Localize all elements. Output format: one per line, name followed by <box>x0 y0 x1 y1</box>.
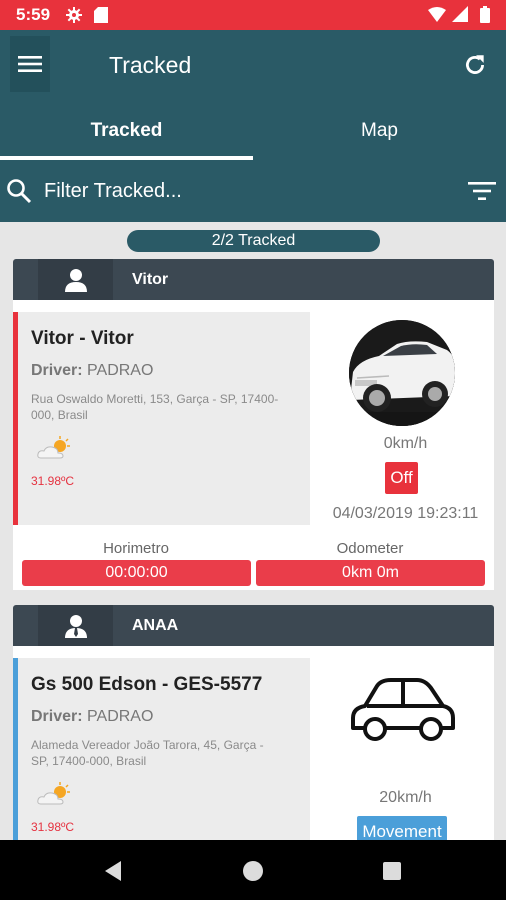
sd-card-icon <box>94 7 108 23</box>
group-name: ANAA <box>132 617 179 634</box>
driver-line: Driver: PADRAO <box>31 362 153 380</box>
group-header-anaa[interactable]: ANAA <box>13 605 494 646</box>
system-nav-bar <box>0 840 506 900</box>
signal-battery-icons <box>428 6 490 23</box>
odometer-value: 0km 0m <box>256 560 485 586</box>
driver-name: PADRAO <box>87 362 154 379</box>
driver-label: Driver: <box>31 362 83 379</box>
vehicle-speed: 0km/h <box>383 435 428 452</box>
temperature: 31.98ºC <box>31 820 75 834</box>
tab-label: Map <box>361 120 398 141</box>
driver-line: Driver: PADRAO <box>31 708 153 726</box>
search-icon <box>7 179 32 204</box>
tab-tracked[interactable]: Tracked <box>0 116 253 160</box>
refresh-icon[interactable] <box>462 52 488 78</box>
person-icon <box>64 268 87 292</box>
filter-input[interactable] <box>44 174 444 208</box>
person-tie-icon <box>64 614 87 638</box>
tab-map[interactable]: Map <box>253 116 506 160</box>
filter-list-icon[interactable] <box>468 180 496 202</box>
status-accent-bar <box>13 658 18 840</box>
group-icon-box <box>38 259 113 300</box>
recent-apps-icon[interactable] <box>383 862 401 880</box>
driver-label: Driver: <box>31 708 83 725</box>
driver-name: PADRAO <box>87 708 154 725</box>
gear-icon <box>66 7 82 23</box>
group-header-vitor[interactable]: Vitor <box>13 259 494 300</box>
partly-sunny-icon <box>37 782 70 805</box>
tracked-count-badge: 2/2 Tracked <box>127 230 380 252</box>
status-time: 5:59 <box>16 5 51 24</box>
car-outline-icon <box>351 678 455 741</box>
filter-bar <box>0 160 506 222</box>
vehicle-speed: 20km/h <box>379 789 432 806</box>
status-bar: 5:59 <box>0 0 506 30</box>
group-icon-box <box>38 605 113 646</box>
menu-button[interactable] <box>10 36 50 92</box>
menu-icon <box>18 56 42 72</box>
tracked-list[interactable]: 2/2 Tracked Vitor Vitor - Vitor Driver: … <box>0 222 506 840</box>
vehicle-photo <box>349 320 455 426</box>
vehicle-address: Rua Oswaldo Moretti, 153, Garça - SP, 17… <box>31 392 279 422</box>
tab-label: Tracked <box>90 120 163 141</box>
home-icon[interactable] <box>243 861 263 881</box>
page-title: Tracked <box>109 52 192 78</box>
horimetro-label: Horimetro <box>103 540 169 557</box>
vehicle-card[interactable]: Vitor - Vitor Driver: PADRAO Rua Oswaldo… <box>13 300 494 590</box>
status-accent-bar <box>13 312 18 525</box>
vehicle-info-panel: Vitor - Vitor Driver: PADRAO Rua Oswaldo… <box>13 312 310 525</box>
vehicle-card[interactable]: Gs 500 Edson - GES-5577 Driver: PADRAO A… <box>13 646 494 840</box>
group-name: Vitor <box>132 271 169 288</box>
vehicle-name: Vitor - Vitor <box>31 328 134 349</box>
app-bar: Tracked Tracked Map <box>0 30 506 160</box>
white-sedan-photo <box>349 320 455 426</box>
temperature: 31.98ºC <box>31 474 75 488</box>
vehicle-info-panel: Gs 500 Edson - GES-5577 Driver: PADRAO A… <box>13 658 310 840</box>
last-update-time: 04/03/2019 19:23:11 <box>332 505 479 522</box>
horimetro-value: 00:00:00 <box>22 560 251 586</box>
vehicle-address: Alameda Vereador João Tarora, 45, Garça … <box>31 738 264 768</box>
vehicle-state-badge[interactable]: Movement <box>357 816 447 840</box>
back-icon[interactable] <box>103 860 123 882</box>
vehicle-name: Gs 500 Edson - GES-5577 <box>31 674 263 695</box>
partly-sunny-icon <box>37 436 70 459</box>
odometer-label: Odometer <box>336 540 404 557</box>
vehicle-state-badge[interactable]: Off <box>385 462 418 494</box>
